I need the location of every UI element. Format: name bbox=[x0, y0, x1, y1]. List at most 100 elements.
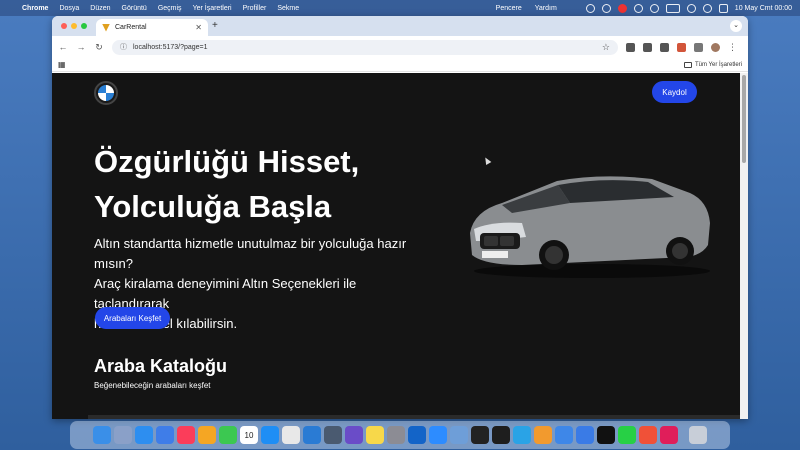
vite-favicon-icon bbox=[102, 23, 110, 32]
bookmarks-bar: ▦ Tüm Yer İşaretleri bbox=[52, 58, 748, 72]
tab-search-icon[interactable]: ⌄ bbox=[730, 20, 742, 32]
dock-screen-recorder-icon[interactable] bbox=[324, 426, 342, 444]
bookmark-star-icon[interactable]: ☆ bbox=[602, 42, 610, 53]
wifi-status-icon[interactable] bbox=[601, 3, 611, 13]
address-url[interactable]: localhost:5173/?page=1 bbox=[133, 44, 208, 51]
menu-history[interactable]: Geçmiş bbox=[158, 5, 182, 12]
dock-photos-icon[interactable] bbox=[198, 426, 216, 444]
catalog-cards-edge bbox=[88, 415, 740, 419]
dock-terminal-icon[interactable] bbox=[492, 426, 510, 444]
menu-window[interactable]: Pencere bbox=[496, 5, 522, 12]
dock-facetime-icon[interactable] bbox=[219, 426, 237, 444]
tab-strip: CarRental ✕ + ⌄ bbox=[52, 16, 748, 36]
search-icon[interactable] bbox=[702, 3, 712, 13]
dock-keynote-icon[interactable] bbox=[576, 426, 594, 444]
tab-carrental[interactable]: CarRental ✕ bbox=[96, 19, 208, 36]
clock-status-icon[interactable] bbox=[649, 3, 659, 13]
menu-help[interactable]: Yardım bbox=[535, 5, 557, 12]
apps-grid-icon[interactable]: ▦ bbox=[58, 60, 66, 69]
catalog-subtitle: Beğenebileceğin arabaları keşfet bbox=[94, 381, 211, 390]
dock-finder-icon[interactable] bbox=[93, 426, 111, 444]
wifi-icon[interactable] bbox=[686, 3, 696, 13]
logo-quadrant bbox=[106, 85, 114, 93]
menu-tab[interactable]: Sekme bbox=[277, 5, 299, 12]
dock-swift-icon[interactable] bbox=[639, 426, 657, 444]
dock-telegram-icon[interactable] bbox=[513, 426, 531, 444]
extensions-puzzle-icon[interactable] bbox=[694, 42, 703, 52]
menu-edit[interactable]: Düzen bbox=[90, 5, 110, 12]
dock-music-icon[interactable] bbox=[177, 426, 195, 444]
signup-button[interactable]: Kaydol bbox=[652, 81, 697, 103]
logo-quadrant bbox=[98, 85, 106, 93]
hero-title: Özgürlüğü Hisset, Yolculuğa Başla bbox=[94, 139, 414, 229]
dock-calendar-icon[interactable]: 10 bbox=[240, 426, 258, 444]
menu-chrome[interactable]: Chrome bbox=[22, 5, 48, 12]
sync-icon[interactable] bbox=[585, 3, 595, 13]
extension-icon[interactable] bbox=[643, 42, 652, 52]
play-icon[interactable] bbox=[633, 3, 643, 13]
car-image bbox=[470, 176, 710, 278]
macos-dock: 10 bbox=[70, 421, 730, 449]
mouse-cursor-icon bbox=[482, 155, 492, 166]
close-tab-icon[interactable]: ✕ bbox=[195, 23, 202, 32]
control-center-icon[interactable] bbox=[718, 3, 728, 13]
dock-vscode-icon[interactable] bbox=[303, 426, 321, 444]
record-icon[interactable] bbox=[617, 3, 627, 13]
menubar-status-area: Pencere Yardım 10 May Cmt 00:00 bbox=[496, 0, 792, 16]
dock-mail-icon[interactable] bbox=[156, 426, 174, 444]
dock-chrome-icon[interactable] bbox=[282, 426, 300, 444]
browser-menu-icon[interactable]: ⋮ bbox=[728, 42, 737, 53]
catalog-title: Araba Kataloğu bbox=[94, 356, 228, 376]
dock-trash-icon[interactable] bbox=[689, 426, 707, 444]
all-bookmarks-label: Tüm Yer İşaretleri bbox=[694, 61, 742, 68]
menu-bookmarks[interactable]: Yer İşaretleri bbox=[193, 5, 232, 12]
forward-icon[interactable]: → bbox=[76, 42, 86, 52]
page-scrollbar[interactable] bbox=[740, 73, 748, 419]
menu-file[interactable]: Dosya bbox=[59, 5, 79, 12]
dock-pages-icon[interactable] bbox=[534, 426, 552, 444]
reload-icon[interactable]: ↻ bbox=[94, 42, 104, 53]
profile-avatar[interactable] bbox=[711, 42, 720, 52]
minimize-window-button[interactable] bbox=[71, 23, 77, 29]
logo-quadrant bbox=[98, 93, 106, 101]
dock-launchpad-icon[interactable] bbox=[114, 426, 132, 444]
macos-menu-bar: Chrome Dosya Düzen Görüntü Geçmiş Yer İş… bbox=[0, 0, 800, 16]
hero-title-line: Yolculuğa Başla bbox=[94, 189, 332, 224]
dock-slack-icon[interactable] bbox=[660, 426, 678, 444]
hero-title-line: Özgürlüğü Hisset, bbox=[94, 144, 360, 179]
menu-view[interactable]: Görüntü bbox=[122, 5, 147, 12]
new-tab-icon[interactable]: + bbox=[212, 20, 218, 31]
dock-zoom-icon[interactable] bbox=[429, 426, 447, 444]
folder-icon bbox=[683, 61, 692, 68]
battery-icon[interactable] bbox=[665, 3, 680, 13]
explore-cars-button[interactable]: Arabaları Keşfet bbox=[95, 307, 170, 329]
dock-notes-icon[interactable] bbox=[366, 426, 384, 444]
dock-capcut-icon[interactable] bbox=[597, 426, 615, 444]
dock-preview-icon[interactable] bbox=[450, 426, 468, 444]
scrollbar-thumb[interactable] bbox=[742, 75, 746, 163]
extension-colorful-icon[interactable] bbox=[677, 42, 686, 52]
tab-title: CarRental bbox=[115, 24, 147, 31]
dock-outlook-icon[interactable] bbox=[408, 426, 426, 444]
dock-safari-icon[interactable] bbox=[135, 426, 153, 444]
menubar-clock[interactable]: 10 May Cmt 00:00 bbox=[735, 5, 792, 12]
dock-whatsapp-icon[interactable] bbox=[618, 426, 636, 444]
web-page: Kaydol Özgürlüğü Hisset, Yolculuğa Başla… bbox=[52, 73, 748, 419]
extension-pen-icon[interactable] bbox=[660, 42, 669, 52]
extension-cast-icon[interactable] bbox=[626, 42, 635, 52]
close-window-button[interactable] bbox=[61, 23, 67, 29]
dock-app-store-icon[interactable] bbox=[261, 426, 279, 444]
dock-xcode-icon[interactable] bbox=[555, 426, 573, 444]
hero-description-line: Altın standartta hizmetle unutulmaz bir … bbox=[94, 236, 407, 271]
zoom-window-button[interactable] bbox=[81, 23, 87, 29]
dock-imovie-icon[interactable] bbox=[345, 426, 363, 444]
address-bar[interactable]: ⓘ localhost:5173/?page=1 ☆ bbox=[112, 39, 618, 55]
back-icon[interactable]: ← bbox=[58, 42, 68, 52]
menu-profiles[interactable]: Profiller bbox=[243, 5, 267, 12]
dock-github-icon[interactable] bbox=[471, 426, 489, 444]
browser-window: CarRental ✕ + ⌄ ← → ↻ ⓘ localhost:5173/?… bbox=[52, 16, 748, 419]
dock-settings-icon[interactable] bbox=[387, 426, 405, 444]
bmw-logo[interactable] bbox=[94, 81, 118, 105]
all-bookmarks-button[interactable]: Tüm Yer İşaretleri bbox=[683, 61, 742, 68]
site-info-icon[interactable]: ⓘ bbox=[120, 42, 127, 52]
